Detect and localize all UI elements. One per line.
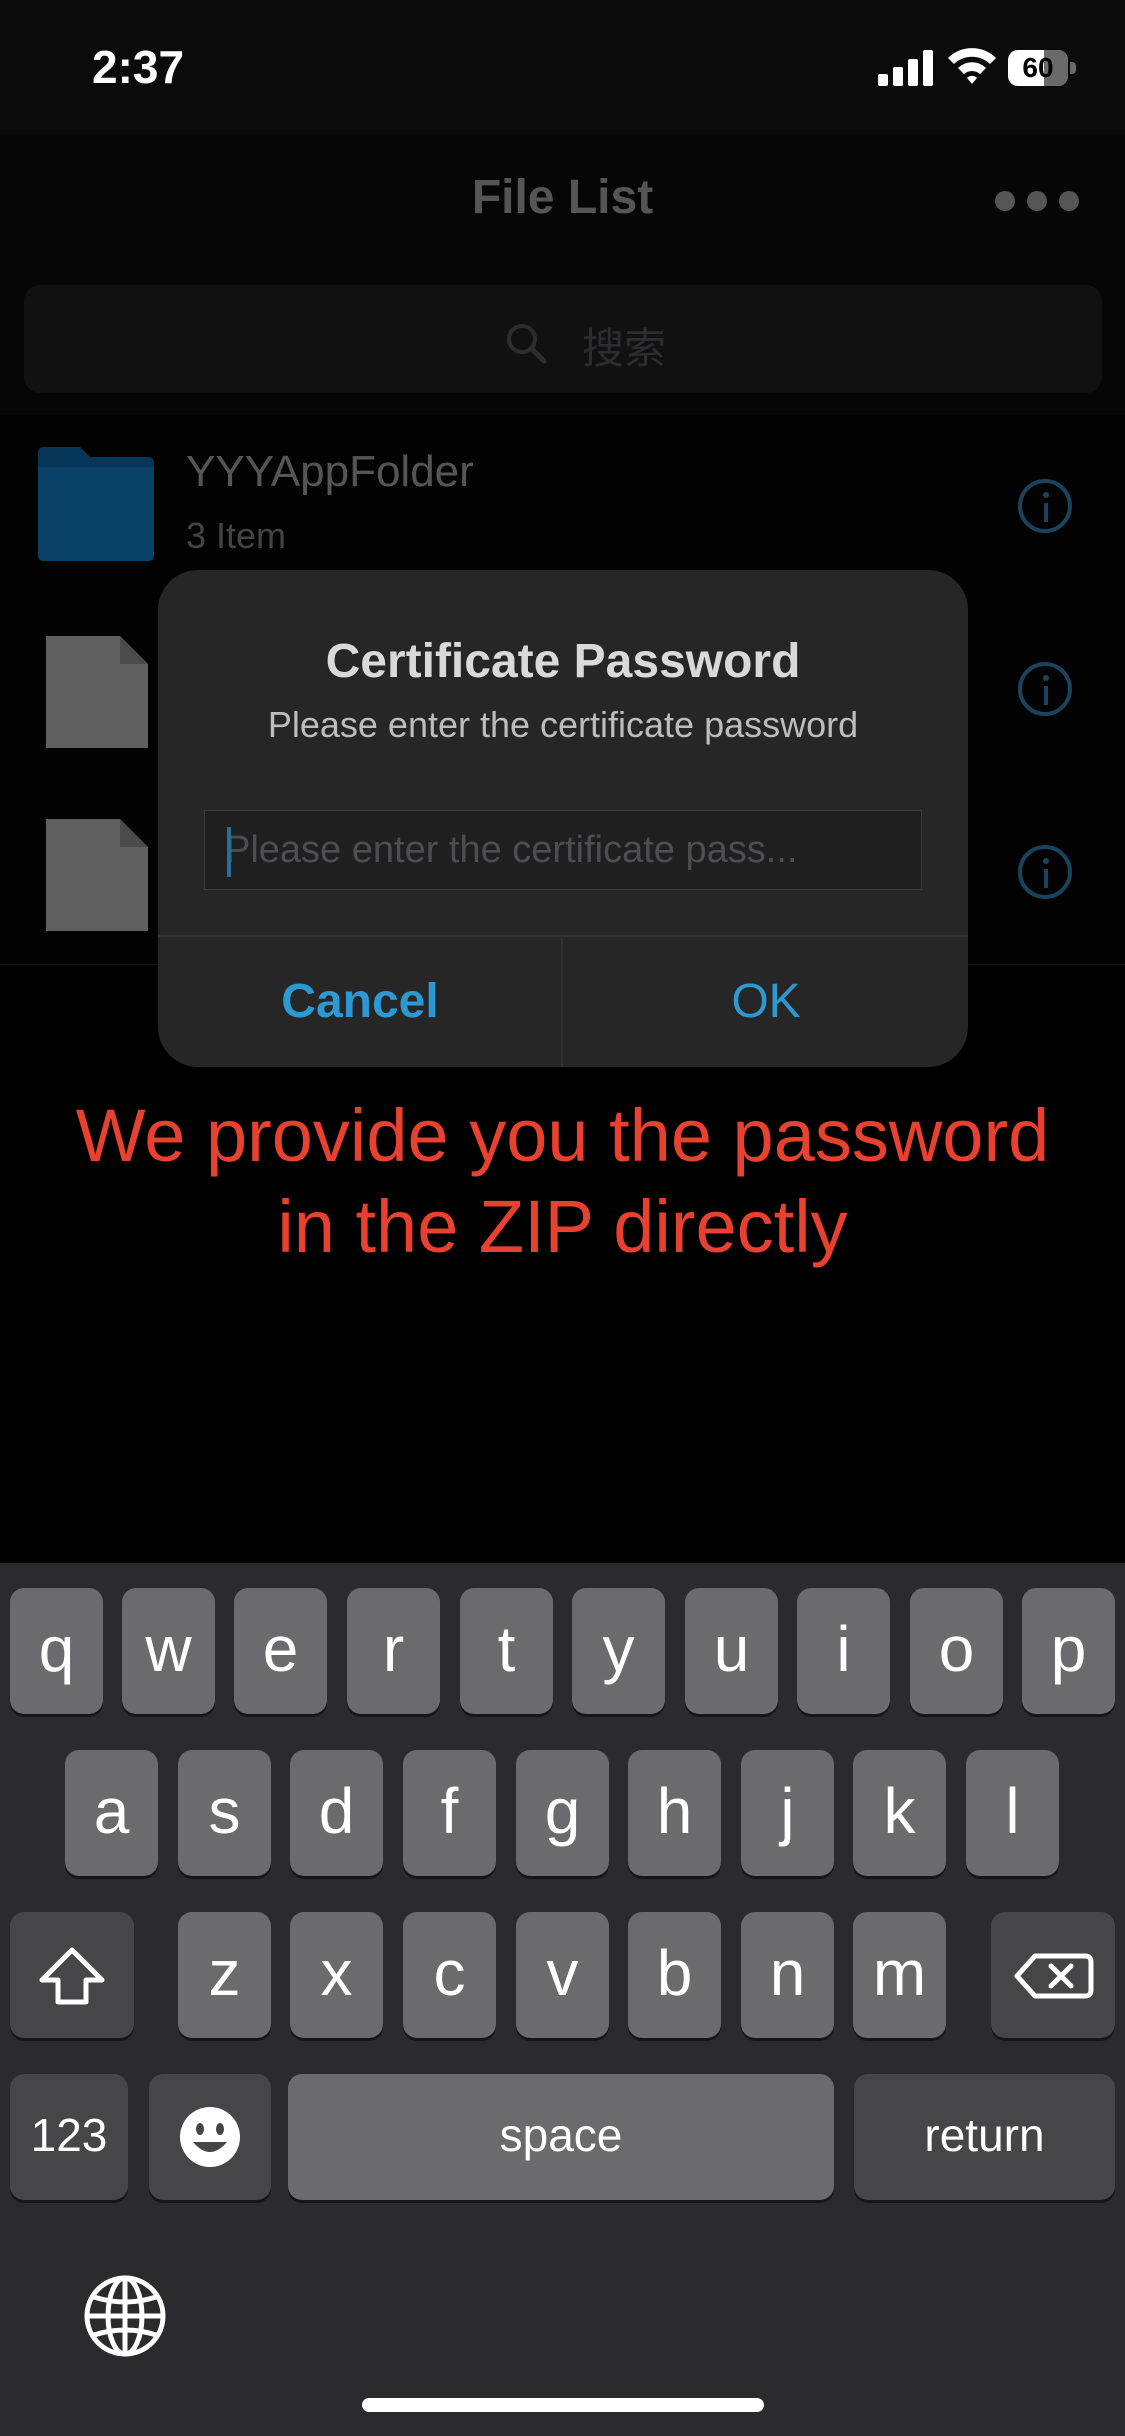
globe-icon[interactable] (82, 2273, 168, 2359)
key-x[interactable]: x (290, 1912, 383, 2038)
status-time: 2:37 (92, 41, 185, 93)
key-z[interactable]: z (178, 1912, 271, 2038)
numbers-key[interactable]: 123 (10, 2074, 128, 2200)
return-key[interactable]: return (854, 2074, 1115, 2200)
key-i[interactable]: i (797, 1588, 890, 1714)
key-e[interactable]: e (234, 1588, 327, 1714)
cancel-button[interactable]: Cancel (158, 937, 562, 1067)
key-w[interactable]: w (122, 1588, 215, 1714)
key-g[interactable]: g (516, 1750, 609, 1876)
key-t[interactable]: t (460, 1588, 553, 1714)
key-b[interactable]: b (628, 1912, 721, 2038)
backspace-icon (1014, 1953, 1094, 1999)
dialog-title: Certificate Password (325, 635, 801, 688)
key-o[interactable]: o (910, 1588, 1003, 1714)
battery-level: 60 (1022, 52, 1054, 83)
emoji-key[interactable] (149, 2074, 271, 2200)
key-m[interactable]: m (853, 1912, 946, 2038)
ok-button[interactable]: OK (564, 937, 968, 1067)
shift-icon (39, 1947, 105, 2005)
home-indicator[interactable] (362, 2398, 764, 2412)
key-p[interactable]: p (1022, 1588, 1115, 1714)
key-n[interactable]: n (741, 1912, 834, 2038)
delete-key[interactable] (991, 1912, 1115, 2038)
key-d[interactable]: d (290, 1750, 383, 1876)
keyboard: q w e r t y u i o p a s d f g h j k l z … (0, 1563, 1125, 2436)
key-l[interactable]: l (966, 1750, 1059, 1876)
key-k[interactable]: k (853, 1750, 946, 1876)
key-c[interactable]: c (403, 1912, 496, 2038)
annotation-caption: We provide you the password in the ZIP d… (0, 1090, 1125, 1272)
key-s[interactable]: s (178, 1750, 271, 1876)
shift-key[interactable] (10, 1912, 134, 2038)
key-f[interactable]: f (403, 1750, 496, 1876)
wifi-icon (945, 44, 999, 86)
cellular-signal-icon (878, 50, 934, 86)
key-y[interactable]: y (572, 1588, 665, 1714)
key-j[interactable]: j (741, 1750, 834, 1876)
key-a[interactable]: a (65, 1750, 158, 1876)
password-field[interactable] (205, 811, 921, 889)
space-key[interactable]: space (288, 2074, 834, 2200)
dialog-message: Please enter the certificate password (267, 704, 859, 745)
password-field-container (204, 810, 922, 890)
caption-line-1: We provide you the password (75, 1094, 1050, 1177)
caption-line-2: in the ZIP directly (277, 1185, 848, 1269)
key-q[interactable]: q (10, 1588, 103, 1714)
status-bar: 2:37 60 (0, 0, 1125, 135)
certificate-password-dialog: Certificate Password Please enter the ce… (158, 570, 968, 1067)
key-v[interactable]: v (516, 1912, 609, 2038)
key-r[interactable]: r (347, 1588, 440, 1714)
key-u[interactable]: u (685, 1588, 778, 1714)
key-h[interactable]: h (628, 1750, 721, 1876)
battery-icon: 60 (1008, 50, 1076, 86)
emoji-icon (180, 2107, 240, 2167)
text-cursor (227, 827, 231, 877)
